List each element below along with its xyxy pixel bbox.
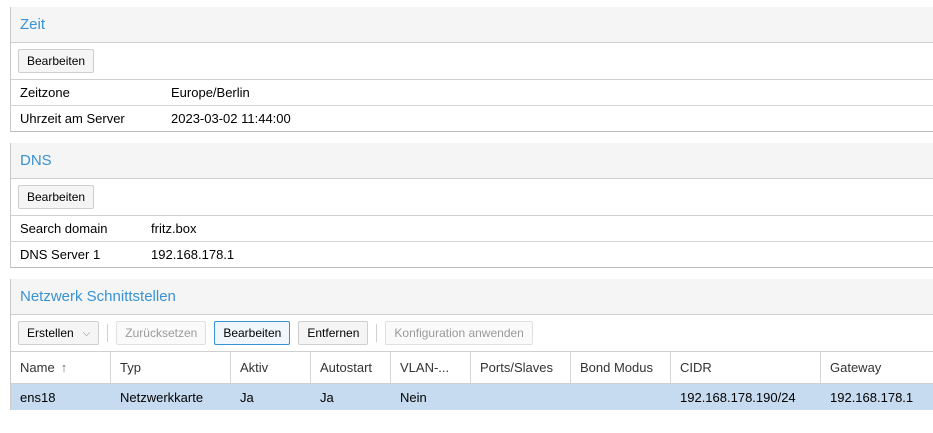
dns-row-value: 192.168.178.1 xyxy=(151,247,235,262)
network-panel-header: Netzwerk Schnittstellen xyxy=(11,279,933,315)
column-header-typ[interactable]: Typ xyxy=(111,352,231,383)
network-edit-button[interactable]: Bearbeiten xyxy=(214,321,291,345)
zeit-row-key: Zeitzone xyxy=(20,85,70,100)
cell-gateway: 192.168.178.1 xyxy=(830,389,914,405)
remove-button[interactable]: Entfernen xyxy=(298,321,369,345)
column-header-bond[interactable]: Bond Modus xyxy=(571,352,671,383)
column-header-aktiv[interactable]: Aktiv xyxy=(231,352,311,383)
network-grid-header: Name ↑ Typ Aktiv Autostart VLAN-... Port… xyxy=(11,352,933,384)
apply-config-button[interactable]: Konfiguration anwenden xyxy=(385,321,533,345)
create-button-label: Erstellen xyxy=(27,326,74,340)
column-header-cidr[interactable]: CIDR xyxy=(671,352,821,383)
create-button[interactable]: Erstellen ⌵ xyxy=(18,321,100,345)
zeit-panel-header: Zeit xyxy=(11,7,933,43)
toolbar-separator xyxy=(376,324,378,342)
toolbar-separator xyxy=(107,324,109,342)
cell-aktiv: Ja xyxy=(240,389,254,405)
dns-toolbar: Bearbeiten xyxy=(11,179,933,216)
cell-ports xyxy=(471,384,571,410)
reset-button[interactable]: Zurücksetzen xyxy=(116,321,207,345)
column-header-vlan[interactable]: VLAN-... xyxy=(391,352,471,383)
zeit-row-key: Uhrzeit am Server xyxy=(20,111,125,126)
cell-cidr: 192.168.178.190/24 xyxy=(680,389,796,405)
zeit-row-timezone[interactable]: Zeitzone Europe/Berlin xyxy=(11,80,933,106)
zeit-row-server-time[interactable]: Uhrzeit am Server 2023-03-02 11:44:00 xyxy=(11,106,933,132)
dns-panel-title: DNS xyxy=(20,152,52,169)
dns-row-key: DNS Server 1 xyxy=(20,247,101,262)
column-header-label: Name xyxy=(20,360,55,375)
zeit-panel: Zeit Bearbeiten Zeitzone Europe/Berlin U… xyxy=(10,7,933,132)
zeit-panel-title: Zeit xyxy=(20,16,46,33)
cell-autostart: Ja xyxy=(320,389,334,405)
zeit-toolbar: Bearbeiten xyxy=(11,43,933,80)
cell-typ: Netzwerkkarte xyxy=(120,389,204,405)
sort-ascending-icon: ↑ xyxy=(60,360,68,375)
table-row[interactable]: ens18 Netzwerkkarte Ja Ja Nein 192.168.1… xyxy=(11,384,933,410)
network-panel-title: Netzwerk Schnittstellen xyxy=(20,288,176,305)
zeit-edit-button[interactable]: Bearbeiten xyxy=(18,49,95,73)
column-header-autostart[interactable]: Autostart xyxy=(311,352,391,383)
column-header-ports[interactable]: Ports/Slaves xyxy=(471,352,571,383)
network-toolbar: Erstellen ⌵ Zurücksetzen Bearbeiten Entf… xyxy=(11,315,933,352)
dns-panel: DNS Bearbeiten Search domain fritz.box D… xyxy=(10,143,933,268)
zeit-row-value: Europe/Berlin xyxy=(171,85,250,100)
network-panel: Netzwerk Schnittstellen Erstellen ⌵ Zurü… xyxy=(10,279,933,410)
dns-row-server-1[interactable]: DNS Server 1 192.168.178.1 xyxy=(11,242,933,268)
zeit-row-value: 2023-03-02 11:44:00 xyxy=(171,111,291,126)
column-header-name[interactable]: Name ↑ xyxy=(11,352,111,383)
chevron-down-icon: ⌵ xyxy=(82,327,91,339)
cell-bond xyxy=(571,384,671,410)
dns-row-search-domain[interactable]: Search domain fritz.box xyxy=(11,216,933,242)
cell-name: ens18 xyxy=(20,389,56,405)
dns-panel-header: DNS xyxy=(11,143,933,179)
cell-vlan: Nein xyxy=(400,389,427,405)
dns-edit-button[interactable]: Bearbeiten xyxy=(18,185,95,209)
column-header-gateway[interactable]: Gateway xyxy=(821,352,933,383)
dns-row-key: Search domain xyxy=(20,221,108,236)
dns-row-value: fritz.box xyxy=(151,221,197,236)
